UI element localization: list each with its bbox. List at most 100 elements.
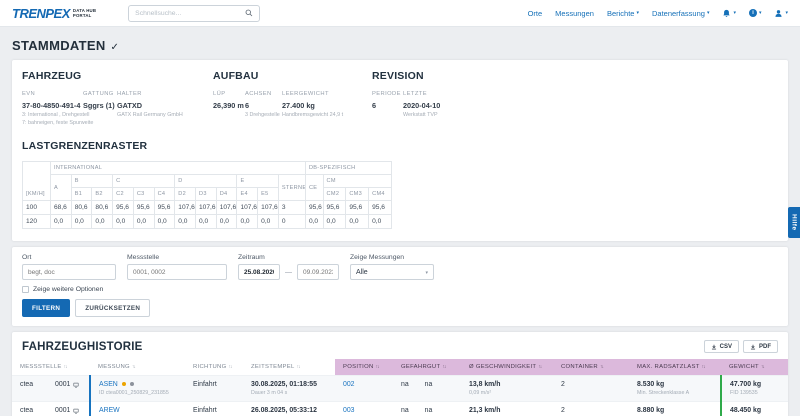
filtern-button[interactable]: FILTERN [22, 299, 71, 317]
stammdaten-card: FAHRZEUG EVN 37-80-4850-491-4 3: Interna… [12, 60, 788, 241]
info-menu[interactable]: i [748, 9, 762, 17]
geschwindigkeit-cell: 13,8 km/h 0,09 m/s² [469, 381, 501, 396]
aufbau-title: AUFBAU [213, 70, 259, 82]
nav-berichte[interactable]: Berichte [607, 9, 639, 18]
messung-link[interactable]: AREW [99, 407, 120, 414]
gewicht-cell: 48.450 kg FID 138973 [720, 401, 788, 416]
halter-value: GATXD [117, 101, 142, 110]
filter-ort: Ort [22, 254, 116, 280]
gefahrgut-cell: na na [401, 407, 433, 414]
field-halter: HALTER GATXD GATX Rail Germany GmbH [117, 91, 213, 126]
col-messstelle[interactable]: MESSSTELLE [12, 359, 90, 376]
col-b2: B2 [91, 187, 114, 201]
help-tab[interactable]: Hilfe [788, 207, 800, 238]
chevron-down-icon [425, 269, 428, 276]
raster-row-100: 100 68,6 80,6 80,6 95,6 95,6 95,6 107,6 … [22, 200, 392, 215]
lastgrenzenraster-table: [KM/H] INTERNATIONAL DB-SPEZIFISCH A B C… [22, 161, 393, 229]
messstelle-input[interactable] [127, 264, 227, 280]
col-richtung[interactable]: RICHTUNG [185, 359, 243, 376]
geschwindigkeit-cell: 21,3 km/h 0,29 m/s² [469, 407, 501, 414]
section-revision: REVISION PERIODE 6 LETZTE 2020-04-10 Wer… [372, 70, 778, 126]
col-container[interactable]: CONTAINER [553, 359, 629, 376]
letzte-value: 2020-04-10 [403, 101, 441, 110]
nav-messungen[interactable]: Messungen [555, 9, 594, 18]
messstelle-cell: ctea 0001 [12, 376, 90, 402]
quick-search[interactable] [128, 4, 261, 22]
col-cm3: CM3 [345, 187, 370, 201]
field-evn: EVN 37-80-4850-491-4 3: International , … [22, 91, 94, 126]
brand-name: TRENPEX [12, 5, 70, 21]
field-letzte: LETZTE 2020-04-10 Werkstatt TVP [403, 91, 493, 118]
nav-datenerfassung[interactable]: Datenerfassung [652, 9, 709, 18]
brand-logo[interactable]: TRENPEX DATA HUB PORTAL [12, 6, 96, 21]
position-cell: 003 [335, 402, 393, 416]
evn-value: 37-80-4850-491-4 [22, 101, 81, 110]
status-dot-orange-icon [121, 382, 126, 387]
top-navigation: Orte Messungen Berichte Datenerfassung i [528, 9, 788, 18]
search-input[interactable] [135, 9, 246, 17]
more-options-label: Zeige weitere Optionen [33, 286, 104, 293]
container-cell: 2 [561, 407, 565, 414]
brand-subtitle: DATA HUB PORTAL [72, 7, 97, 18]
fahrzeug-title: FAHRZEUG [22, 70, 82, 82]
col-b1: B1 [70, 187, 93, 201]
search-icon[interactable] [245, 9, 253, 17]
revision-title: REVISION [372, 70, 424, 82]
richtung-cell: Einfahrt [193, 381, 217, 388]
section-fahrzeug: FAHRZEUG EVN 37-80-4850-491-4 3: Interna… [22, 70, 213, 126]
zeige-messungen-select[interactable]: Alle [350, 264, 434, 280]
col-position[interactable]: POSITION [335, 359, 393, 376]
filter-card: Ort Messstelle Zeitraum — Zeige Messunge… [12, 247, 788, 326]
col-geschwindigkeit[interactable]: Ø GESCHWINDIGKEIT [461, 359, 553, 376]
export-csv-button[interactable]: CSV [703, 340, 739, 353]
nav-orte[interactable]: Orte [528, 9, 543, 18]
col-c4: C4 [153, 187, 176, 201]
filter-zeige-messungen: Zeige Messungen Alle [350, 254, 434, 280]
download-icon [750, 344, 756, 350]
messstelle-cell: ctea 0001 [12, 402, 90, 416]
position-link[interactable]: 003 [343, 407, 355, 414]
export-pdf-button[interactable]: PDF [743, 340, 778, 353]
richtung-cell: Einfahrt [193, 407, 217, 414]
user-menu[interactable] [774, 9, 788, 18]
bell-icon [722, 9, 731, 18]
filter-messstelle: Messstelle [127, 254, 227, 280]
more-options-checkbox[interactable] [22, 286, 29, 293]
messung-link[interactable]: ASEN [99, 381, 118, 388]
user-icon [774, 9, 783, 18]
col-cm2: CM2 [322, 187, 347, 201]
col-c2: C2 [112, 187, 134, 201]
notifications-menu[interactable] [722, 9, 736, 18]
field-achsen: ACHSEN 6 3 Drehgestelle [245, 91, 280, 118]
col-gefahrgut[interactable]: GEFAHRGUT [393, 359, 461, 376]
col-zeitstempel[interactable]: ZEITSTEMPEL [243, 359, 335, 376]
position-link[interactable]: 002 [343, 381, 355, 388]
col-d4: D4 [215, 187, 238, 201]
fahrzeughistorie-card: FAHRZEUGHISTORIE CSV PDF MESSSTELLE ↑↓ M… [12, 332, 788, 416]
field-gattung: GATTUNG Sggrs (1) [83, 91, 115, 110]
date-to-input[interactable] [297, 264, 339, 280]
check-icon [111, 38, 120, 53]
col-b: B [70, 174, 114, 188]
messung-cell: ASEN ID ctea0001_250829_231855 [89, 375, 185, 402]
status-dot-gray-icon [129, 382, 134, 387]
gefahrgut-cell: na na [401, 381, 433, 388]
kmh-label: [KM/H] [22, 161, 51, 201]
zeitstempel-cell: 30.08.2025, 01:18:55 Dauer 3 m 04 s [251, 381, 317, 396]
radsatzlast-cell: 8.880 kg Min. Streckenklasse A [637, 407, 665, 414]
col-d3: D3 [195, 187, 217, 201]
col-gewicht[interactable]: GEWICHT [721, 359, 788, 376]
col-c3: C3 [132, 187, 155, 201]
ort-input[interactable] [22, 264, 116, 280]
col-ce: CE [304, 174, 324, 201]
info-icon: i [748, 9, 757, 17]
container-cell: 2 [561, 381, 565, 388]
device-icon [73, 408, 79, 414]
periode-value: 6 [372, 101, 377, 110]
col-radsatzlast[interactable]: MAX. RADSATZLAST [629, 359, 721, 376]
device-icon [73, 382, 79, 388]
date-from-input[interactable] [238, 264, 280, 280]
col-messung[interactable]: MESSUNG [90, 359, 185, 376]
leergewicht-value: 27.400 kg [282, 101, 315, 110]
zuruecksetzen-button[interactable]: ZURÜCKSETZEN [75, 299, 151, 317]
